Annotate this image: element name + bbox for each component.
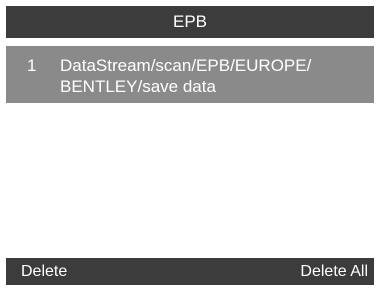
saved-data-list: 1 DataStream/scan/EPB/EUROPE/ BENTLEY/sa…: [6, 39, 374, 258]
function-key-bar: Delete Delete All: [6, 258, 374, 285]
delete-all-button[interactable]: Delete All: [300, 258, 368, 285]
list-item-path-line-1: DataStream/scan/EPB/EUROPE/: [60, 56, 312, 75]
delete-button[interactable]: Delete: [21, 258, 67, 285]
list-item-index: 1: [27, 56, 37, 75]
list-item-selected[interactable]: 1 DataStream/scan/EPB/EUROPE/ BENTLEY/sa…: [6, 46, 374, 103]
list-item-path: DataStream/scan/EPB/EUROPE/ BENTLEY/save…: [60, 55, 360, 97]
list-item-path-line-2: BENTLEY/save data: [60, 77, 216, 96]
title-bar: EPB: [6, 6, 374, 38]
device-screen: EPB 1 DataStream/scan/EPB/EUROPE/ BENTLE…: [6, 6, 374, 285]
screen-title: EPB: [172, 12, 208, 31]
